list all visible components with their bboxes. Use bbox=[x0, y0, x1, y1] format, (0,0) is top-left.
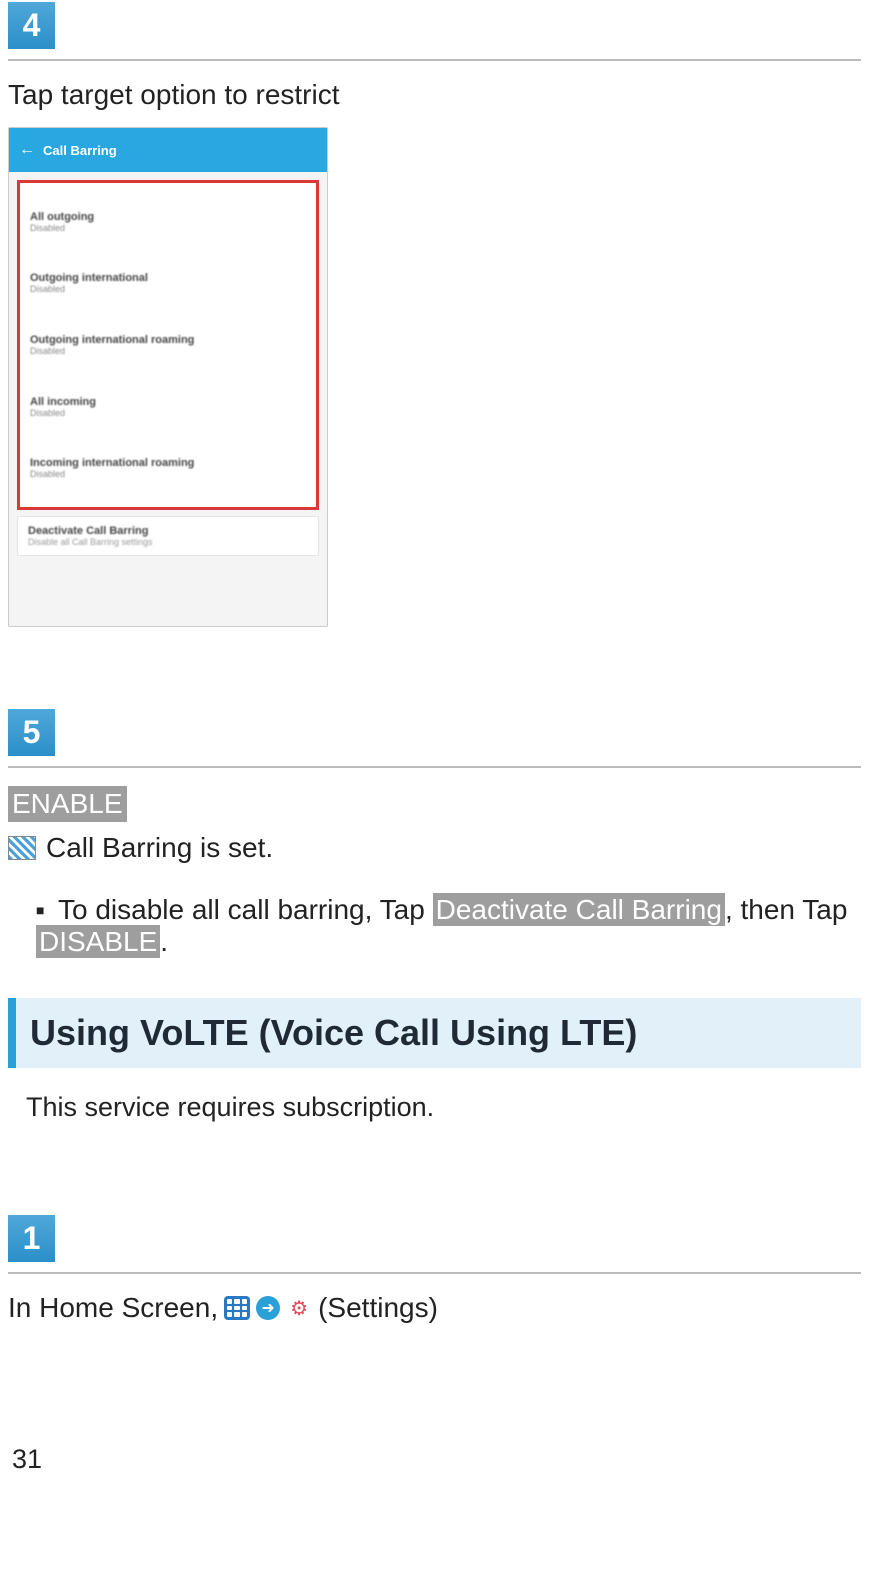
step-4-instruction: Tap target option to restrict bbox=[8, 79, 861, 111]
enable-label: ENABLE bbox=[8, 786, 127, 822]
result-line: Call Barring is set. bbox=[8, 832, 861, 864]
step-5-badge: 5 bbox=[8, 709, 55, 756]
home-screen-instruction: In Home Screen, ➜ ⚙ (Settings) bbox=[8, 1292, 861, 1324]
screenshot-title: Call Barring bbox=[43, 143, 117, 158]
section-note: This service requires subscription. bbox=[8, 1092, 861, 1123]
result-text: Call Barring is set. bbox=[46, 832, 273, 864]
disable-label: DISABLE bbox=[36, 925, 160, 958]
divider bbox=[8, 1272, 861, 1274]
flag-icon bbox=[8, 836, 36, 860]
settings-gear-icon: ⚙ bbox=[286, 1295, 312, 1321]
disable-note: To disable all call barring, Tap Deactiv… bbox=[8, 894, 861, 958]
call-barring-screenshot: ← Call Barring All outgoing Disabled Out… bbox=[8, 127, 328, 627]
arrow-right-icon: ➜ bbox=[256, 1296, 280, 1320]
apps-grid-icon bbox=[224, 1296, 250, 1320]
list-item: Outgoing international Disabled bbox=[30, 268, 306, 298]
section-heading-volte: Using VoLTE (Voice Call Using LTE) bbox=[8, 998, 861, 1068]
step-4-badge: 4 bbox=[8, 2, 55, 49]
step-1-badge: 1 bbox=[8, 1215, 55, 1262]
list-item: Outgoing international roaming Disabled bbox=[30, 330, 306, 360]
list-item: All incoming Disabled bbox=[30, 392, 306, 422]
screenshot-options-box: All outgoing Disabled Outgoing internati… bbox=[17, 180, 319, 510]
divider bbox=[8, 766, 861, 768]
deactivate-call-barring-label: Deactivate Call Barring bbox=[433, 893, 725, 926]
page-number: 31 bbox=[0, 1444, 869, 1485]
list-item: All outgoing Disabled bbox=[30, 207, 306, 237]
back-arrow-icon: ← bbox=[19, 141, 35, 159]
screenshot-footer: Deactivate Call Barring Disable all Call… bbox=[17, 516, 319, 556]
screenshot-header: ← Call Barring bbox=[9, 128, 327, 172]
list-item: Incoming international roaming Disabled bbox=[30, 453, 306, 483]
divider bbox=[8, 59, 861, 61]
